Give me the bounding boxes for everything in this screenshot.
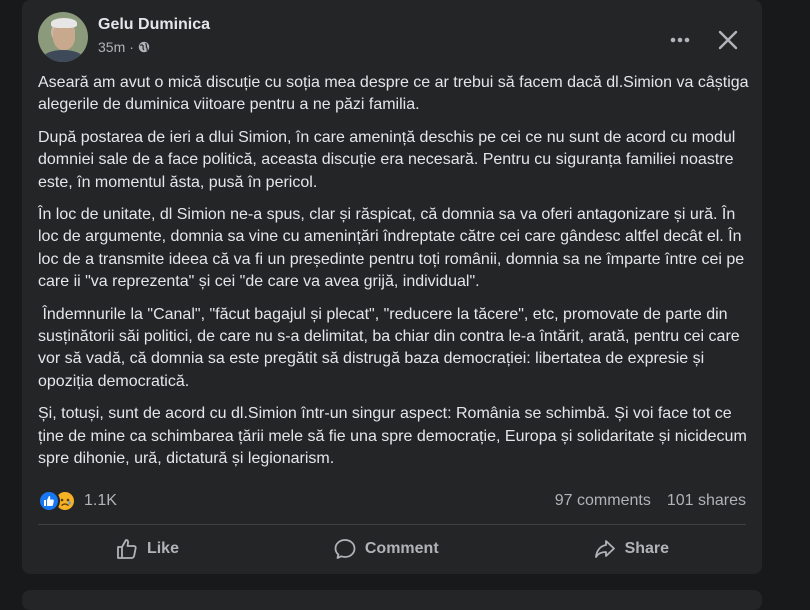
comment-button[interactable]: Comment — [321, 531, 451, 567]
post-paragraph: Și, totuși, sunt de acord cu dl.Simion î… — [38, 405, 747, 468]
globe-icon[interactable] — [138, 41, 150, 53]
comment-icon — [334, 539, 356, 559]
comments-count[interactable]: 97 comments — [555, 492, 651, 510]
reactions-summary[interactable]: 1.1K — [38, 490, 117, 512]
post-header: Gelu Duminica 35m · — [38, 12, 746, 64]
next-post-card — [22, 590, 762, 610]
counts: 97 comments 101 shares — [555, 492, 746, 510]
post-paragraph: În loc de unitate, dl Simion ne-a spus, … — [38, 206, 745, 291]
like-button[interactable]: Like — [103, 531, 191, 567]
post-paragraph: Îndemnurile la "Canal", "făcut bagajul ș… — [38, 305, 745, 390]
share-icon — [594, 540, 615, 558]
like-icon — [117, 539, 137, 559]
share-label: Share — [624, 540, 670, 557]
divider — [38, 524, 746, 525]
author-name[interactable]: Gelu Duminica — [98, 16, 210, 34]
author-avatar[interactable] — [38, 12, 88, 62]
engagement-stats: 1.1K 97 comments 101 shares — [38, 486, 746, 516]
post-paragraph: Aseară am avut o mică discuție cu soția … — [38, 74, 749, 114]
reactions-count: 1.1K — [84, 492, 117, 509]
comment-label: Comment — [364, 540, 439, 557]
post-text: Aseară am avut o mică discuție cu soția … — [38, 72, 750, 481]
post-time[interactable]: 35m — [98, 39, 125, 55]
action-bar: Like Comment Share — [38, 530, 746, 568]
meta-separator: · — [129, 39, 134, 55]
like-label: Like — [146, 540, 179, 557]
avatar-shirt — [43, 50, 83, 62]
share-button[interactable]: Share — [581, 531, 681, 567]
post-meta: 35m · — [98, 39, 150, 55]
close-icon[interactable] — [710, 22, 746, 58]
more-options-icon[interactable] — [662, 22, 698, 58]
post-card: Gelu Duminica 35m · Aseară am avut o mic… — [22, 0, 762, 574]
like-reaction-icon — [38, 490, 60, 512]
post-paragraph: După postarea de ieri a dlui Simion, în … — [38, 128, 736, 191]
shares-count[interactable]: 101 shares — [667, 492, 746, 510]
avatar-hair — [51, 18, 77, 28]
